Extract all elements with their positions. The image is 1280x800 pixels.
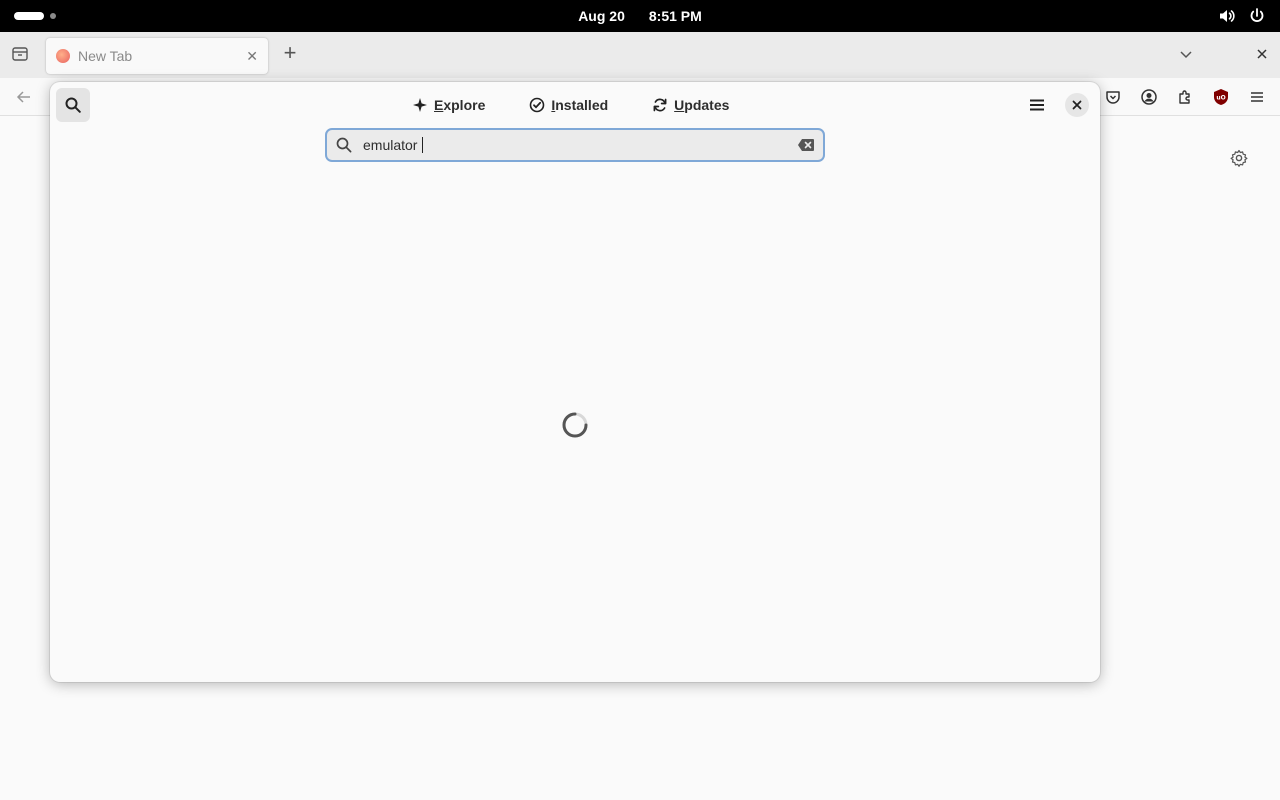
tab-explore[interactable]: Explore [400, 90, 497, 120]
back-icon[interactable] [14, 87, 34, 107]
hamburger-menu-icon[interactable] [1246, 86, 1268, 108]
browser-tab[interactable]: New Tab ✕ [46, 38, 268, 74]
tab-updates-label: Updates [674, 97, 730, 113]
installed-check-icon [530, 97, 545, 113]
search-icon [65, 97, 81, 113]
clock-time[interactable]: 8:51 PM [649, 8, 702, 24]
system-tray[interactable] [1218, 0, 1266, 32]
search-input[interactable] [363, 133, 423, 157]
search-toggle-button[interactable] [56, 88, 90, 122]
gnome-top-bar: Aug 20 8:51 PM [0, 0, 1280, 32]
close-icon [1072, 100, 1082, 110]
tab-explore-label: Explore [434, 97, 486, 113]
software-header-bar: Explore Installed Updates [50, 82, 1100, 128]
firefox-favicon-icon [56, 49, 70, 63]
search-entry-icon [336, 137, 352, 153]
clock: Aug 20 8:51 PM [0, 0, 1280, 32]
new-tab-icon[interactable]: + [280, 42, 300, 64]
close-button[interactable] [1065, 93, 1089, 117]
clear-search-icon[interactable] [797, 138, 815, 152]
text-caret [422, 137, 423, 153]
loading-spinner-icon [562, 412, 588, 438]
software-window: Explore Installed Updates [50, 82, 1100, 682]
activities-workspace-indicator[interactable] [14, 10, 56, 22]
search-entry[interactable] [325, 128, 825, 162]
workspace-dot-icon [50, 13, 56, 19]
hamburger-icon [1030, 99, 1044, 111]
browser-tab-title: New Tab [78, 48, 133, 64]
tab-list-icon[interactable] [10, 44, 30, 64]
volume-icon [1218, 7, 1236, 25]
workspace-indicator-icon [14, 12, 44, 20]
browser-tab-bar: New Tab ✕ + [0, 32, 1280, 78]
window-close-icon[interactable] [1252, 44, 1272, 64]
view-switcher: Explore Installed Updates [400, 90, 741, 120]
power-icon [1248, 7, 1266, 25]
updates-refresh-icon [653, 98, 667, 112]
ublock-icon[interactable]: uO [1210, 86, 1232, 108]
settings-gear-icon[interactable] [1229, 148, 1249, 168]
tab-installed-label: Installed [551, 97, 609, 113]
main-menu-button[interactable] [1022, 90, 1052, 120]
account-icon[interactable] [1138, 86, 1160, 108]
tab-installed[interactable]: Installed [517, 90, 620, 120]
all-tabs-chevron-icon[interactable] [1176, 44, 1196, 64]
clock-date[interactable]: Aug 20 [578, 8, 625, 24]
explore-sparkle-icon [413, 98, 427, 112]
tab-close-icon[interactable]: ✕ [246, 48, 258, 65]
tab-updates[interactable]: Updates [640, 90, 741, 120]
svg-text:uO: uO [1216, 95, 1225, 102]
pocket-icon[interactable] [1102, 86, 1124, 108]
extensions-icon[interactable] [1174, 86, 1196, 108]
browser-toolbar-right: uO [1102, 86, 1268, 108]
